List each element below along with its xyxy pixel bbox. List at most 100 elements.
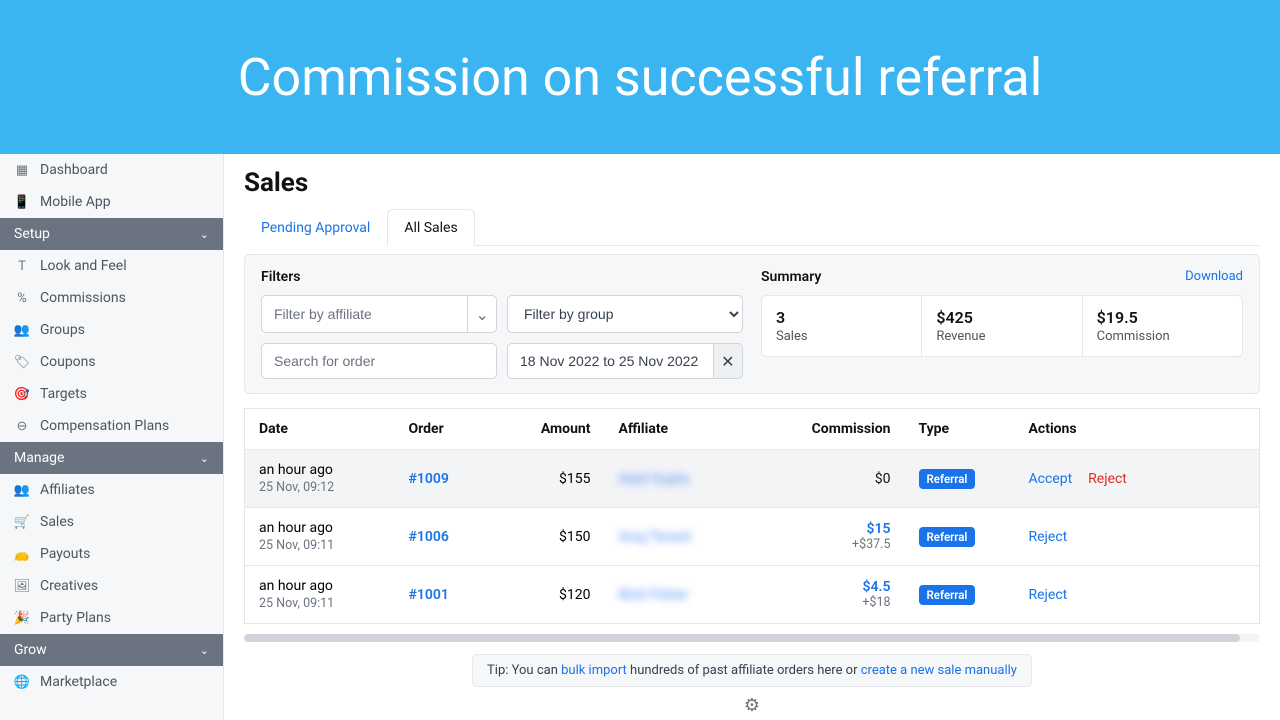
- wallet-icon: 👝: [14, 547, 30, 562]
- date-secondary: 25 Nov, 09:12: [259, 480, 381, 495]
- target-icon: 🎯: [14, 387, 30, 402]
- col-commission: Commission: [755, 409, 905, 450]
- date-range-input[interactable]: [507, 343, 714, 379]
- type-badge: Referral: [919, 527, 976, 547]
- sidebar-item-coupons[interactable]: 🏷Coupons: [0, 346, 223, 378]
- date-secondary: 25 Nov, 09:11: [259, 596, 381, 611]
- sidebar-section-label: Manage: [14, 450, 64, 466]
- affiliate-name[interactable]: Nick Fisher: [619, 587, 689, 603]
- accept-button[interactable]: Accept: [1029, 471, 1073, 487]
- tag-icon: 🏷: [14, 355, 30, 370]
- sidebar-section-setup[interactable]: Setup ⌄: [0, 218, 223, 250]
- sidebar-item-marketplace[interactable]: 🌐 Marketplace: [0, 666, 223, 698]
- col-type: Type: [905, 409, 1015, 450]
- col-actions: Actions: [1015, 409, 1260, 450]
- sidebar-item-compensation-plans[interactable]: ⊖Compensation Plans: [0, 410, 223, 442]
- sidebar-item-commissions[interactable]: % Commissions: [0, 282, 223, 314]
- amount-cell: $155: [505, 450, 605, 508]
- dollar-icon: ⊖: [14, 419, 30, 434]
- summary-value: $19.5: [1097, 308, 1228, 327]
- sidebar-item-sales[interactable]: 🛒Sales: [0, 506, 223, 538]
- col-affiliate: Affiliate: [605, 409, 755, 450]
- hero-title: Commission on successful referral: [238, 47, 1043, 108]
- sidebar-item-label: Commissions: [40, 290, 126, 306]
- affiliate-name[interactable]: Arpit Gupta: [619, 471, 690, 487]
- sidebar-section-grow[interactable]: Grow ⌄: [0, 634, 223, 666]
- sidebar-item-payouts[interactable]: 👝 Payouts: [0, 538, 223, 570]
- commission-bonus: +$18: [769, 595, 891, 610]
- sidebar-item-dashboard[interactable]: ▦ Dashboard: [0, 154, 223, 186]
- filter-group-select[interactable]: Filter by group: [507, 295, 743, 333]
- summary-value: 3: [776, 308, 907, 327]
- reject-button[interactable]: Reject: [1029, 587, 1068, 603]
- sidebar-item-label: Mobile App: [40, 194, 111, 210]
- close-icon: ✕: [721, 352, 734, 371]
- filters-label: Filters: [261, 269, 743, 285]
- amount-cell: $150: [505, 508, 605, 566]
- sidebar-item-label: Payouts: [40, 546, 90, 562]
- reject-button[interactable]: Reject: [1088, 471, 1127, 487]
- settings-row: ⚙: [244, 695, 1260, 716]
- date-primary: an hour ago: [259, 462, 381, 478]
- sidebar-section-label: Grow: [14, 642, 47, 658]
- chevron-down-icon: ⌄: [200, 228, 209, 241]
- commission-bonus: +$37.5: [769, 537, 891, 552]
- order-link[interactable]: #1006: [409, 529, 449, 545]
- sidebar-item-label: Affiliates: [40, 482, 95, 498]
- sidebar-item-party-plans[interactable]: 🎉Party Plans: [0, 602, 223, 634]
- bulk-import-link[interactable]: bulk import: [561, 663, 627, 678]
- tip-text-mid: hundreds of past affiliate orders here o…: [627, 663, 861, 678]
- chevron-down-icon: ⌄: [200, 644, 209, 657]
- main-content: Sales Pending Approval All Sales Filters…: [224, 154, 1280, 720]
- reject-button[interactable]: Reject: [1029, 529, 1068, 545]
- sales-table: Date Order Amount Affiliate Commission T…: [244, 408, 1260, 624]
- col-amount: Amount: [505, 409, 605, 450]
- grid-icon: ▦: [14, 163, 30, 178]
- globe-icon: 🌐: [14, 675, 30, 690]
- clear-date-button[interactable]: ✕: [714, 343, 743, 379]
- create-sale-link[interactable]: create a new sale manually: [861, 663, 1017, 678]
- sidebar-item-mobile-app[interactable]: 📱 Mobile App: [0, 186, 223, 218]
- hero-banner: Commission on successful referral: [0, 0, 1280, 154]
- summary-card-revenue: $425 Revenue: [922, 296, 1082, 356]
- col-date: Date: [245, 409, 395, 450]
- filter-affiliate-dropdown-button[interactable]: ⌄: [467, 295, 497, 333]
- sidebar-item-label: Marketplace: [40, 674, 117, 690]
- sidebar-item-look-and-feel[interactable]: TLook and Feel: [0, 250, 223, 282]
- type-icon: T: [14, 259, 30, 274]
- download-link[interactable]: Download: [1185, 269, 1243, 284]
- sidebar-section-manage[interactable]: Manage ⌄: [0, 442, 223, 474]
- type-badge: Referral: [919, 585, 976, 605]
- sidebar-item-label: Targets: [40, 386, 87, 402]
- tab-pending-approval[interactable]: Pending Approval: [244, 209, 387, 246]
- table-row: an hour ago25 Nov, 09:11#1006$150Anuj Te…: [245, 508, 1260, 566]
- gear-icon[interactable]: ⚙: [744, 695, 760, 716]
- percent-icon: %: [14, 291, 30, 306]
- horizontal-scrollbar[interactable]: [244, 634, 1260, 642]
- order-link[interactable]: #1001: [409, 587, 449, 603]
- date-primary: an hour ago: [259, 578, 381, 594]
- summary-sublabel: Sales: [776, 329, 907, 344]
- scroll-thumb[interactable]: [244, 634, 1240, 642]
- app-shell: ▦ Dashboard 📱 Mobile App Setup ⌄ TLook a…: [0, 154, 1280, 720]
- search-order-input[interactable]: [261, 343, 497, 379]
- page-title: Sales: [244, 168, 1260, 198]
- sidebar-item-creatives[interactable]: 🖼Creatives: [0, 570, 223, 602]
- people-icon: 👥: [14, 323, 30, 338]
- commission-value: $4.5: [769, 579, 891, 595]
- date-range-wrap: ✕: [507, 343, 743, 379]
- filter-affiliate-input[interactable]: [261, 295, 467, 333]
- sidebar-item-targets[interactable]: 🎯 Targets: [0, 378, 223, 410]
- sidebar-item-label: Sales: [40, 514, 74, 530]
- table-row: an hour ago 25 Nov, 09:12 #1009 $155 Arpit G…: [245, 450, 1260, 508]
- col-order: Order: [395, 409, 505, 450]
- tab-all-sales[interactable]: All Sales: [387, 209, 474, 246]
- order-link[interactable]: #1009: [409, 471, 449, 487]
- affiliate-name[interactable]: Anuj Tenani: [619, 529, 692, 545]
- sidebar-item-affiliates[interactable]: 👥Affiliates: [0, 474, 223, 506]
- chevron-down-icon: ⌄: [476, 305, 489, 324]
- summary-cards: 3 Sales $425 Revenue $19.5 Commission: [761, 295, 1243, 357]
- sidebar-item-groups[interactable]: 👥Groups: [0, 314, 223, 346]
- summary-sublabel: Commission: [1097, 329, 1228, 344]
- sidebar-item-label: Party Plans: [40, 610, 111, 626]
